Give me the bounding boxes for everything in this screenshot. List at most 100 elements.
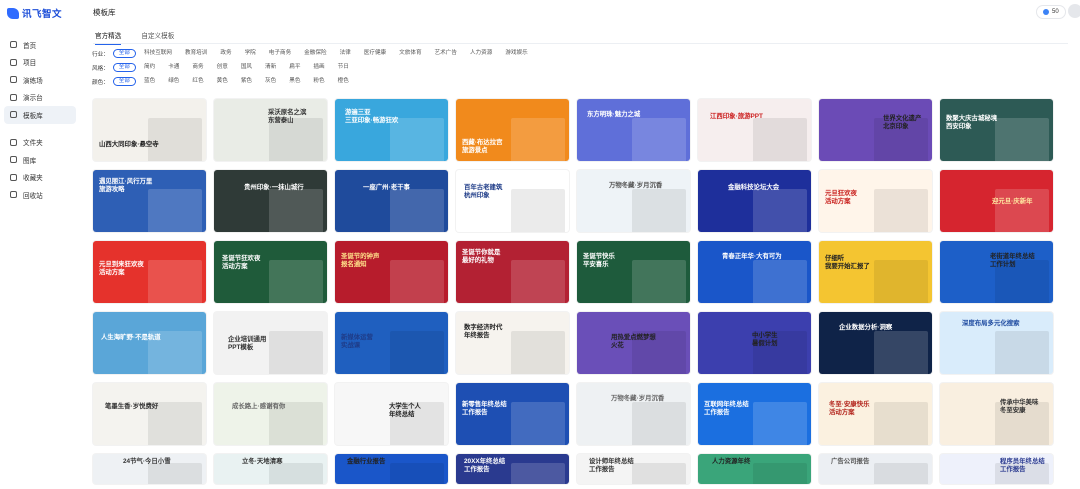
filter-chip[interactable]: 清新 [260, 63, 281, 72]
template-card[interactable]: 迎元旦·庆新年 [940, 170, 1053, 232]
filter-chip[interactable]: 橙色 [333, 77, 354, 86]
template-card[interactable]: 金融行业报告 [335, 454, 448, 484]
template-card[interactable]: 一座广州·老干事 [335, 170, 448, 232]
filter-chip[interactable]: 金融保险 [299, 49, 331, 58]
template-card[interactable]: 万物冬藏·岁月沉香 [577, 170, 690, 232]
template-title: 世界文化遗产 北京印象 [883, 115, 922, 130]
filter-chip[interactable]: 全部 [112, 49, 136, 58]
sidebar-item-favorites[interactable]: 收藏夹 [4, 169, 76, 187]
credit-balance[interactable]: 50 [1036, 5, 1066, 19]
template-card[interactable]: 东方明珠·魅力之城 [577, 99, 690, 161]
template-card[interactable]: 企业数据分析·洞察 [819, 312, 932, 374]
template-card[interactable]: 新媒体运营 实战课 [335, 312, 448, 374]
sidebar-item-templates[interactable]: 模板库 [4, 106, 76, 124]
template-card[interactable]: 百年古老建筑 杭州印象 [456, 170, 569, 232]
sidebar-item-folder[interactable]: 文件夹 [4, 134, 76, 152]
template-card[interactable]: 圣诞节的钟声 报名通知 [335, 241, 448, 303]
template-card[interactable]: 西藏·布达拉宫 旅游景点 [456, 99, 569, 161]
template-card[interactable]: 江西印象·旅游PPT [698, 99, 811, 161]
template-card[interactable]: 数字经济时代 年终报告 [456, 312, 569, 374]
template-card[interactable]: 深度布局多元化搜索 [940, 312, 1053, 374]
filter-chip[interactable]: 红色 [187, 77, 208, 86]
template-card[interactable]: 广告公司报告 [819, 454, 932, 484]
template-card[interactable]: 万物冬藏·岁月沉香 [577, 383, 690, 445]
template-card[interactable]: 老街道年终总结 工作计划 [940, 241, 1053, 303]
template-card[interactable]: 元旦到来狂欢夜 活动方案 [93, 241, 206, 303]
sidebar-item-trash[interactable]: 回收站 [4, 186, 76, 204]
template-card[interactable]: 贵州印象·一抹山城行 [214, 170, 327, 232]
template-card[interactable]: 成长路上·感谢有你 [214, 383, 327, 445]
template-card[interactable]: 冬至·安康快乐 活动方案 [819, 383, 932, 445]
filter-chip[interactable]: 游戏娱乐 [500, 49, 532, 58]
template-title: 迎元旦·庆新年 [992, 198, 1033, 205]
template-card[interactable]: 设计师年终总结 工作报告 [577, 454, 690, 484]
sidebar-item-label: 项目 [23, 60, 37, 68]
template-card[interactable]: 互联网年终总结 工作报告 [698, 383, 811, 445]
template-card[interactable]: 圣诞节快乐 平安喜乐 [577, 241, 690, 303]
filter-chip[interactable]: 教育培训 [180, 49, 212, 58]
filter-chip[interactable]: 灰色 [260, 77, 281, 86]
sidebar-item-practice[interactable]: 演练场 [4, 71, 76, 89]
template-title: 新零售年终总结 工作报告 [462, 401, 507, 416]
template-icon [10, 111, 17, 119]
template-card[interactable]: 数聚大庆古城秘境 西安印象 [940, 99, 1053, 161]
sidebar-item-project[interactable]: 项目 [4, 54, 76, 72]
filter-chip[interactable]: 医疗健康 [359, 49, 391, 58]
template-card[interactable]: 金融科技论坛大会 [698, 170, 811, 232]
template-card[interactable]: 仔细听 我要开始汇报了 [819, 241, 932, 303]
filter-chip[interactable]: 科技互联网 [139, 49, 177, 58]
filter-chip[interactable]: 卡通 [163, 63, 184, 72]
template-card[interactable]: 遇见丽江·风行万里 旅游攻略 [93, 170, 206, 232]
template-card[interactable]: 山西大同印象·悬空寺 [93, 99, 206, 161]
template-card[interactable]: 圣诞节狂欢夜 活动方案 [214, 241, 327, 303]
sidebar-item-home[interactable]: 首页 [4, 36, 76, 54]
template-card[interactable]: 大学生个人 年终总结 [335, 383, 448, 445]
template-title: 一座广州·老干事 [363, 184, 410, 191]
sidebar-item-gallery[interactable]: 图库 [4, 151, 76, 169]
template-card[interactable]: 中小学生 暑假计划 [698, 312, 811, 374]
template-card[interactable]: 用热爱点燃梦想 火花 [577, 312, 690, 374]
template-card[interactable]: 24节气·今日小雪 [93, 454, 206, 484]
template-card[interactable]: 20XX年终总结 工作报告 [456, 454, 569, 484]
template-card[interactable]: 圣诞节你就是 最好的礼物 [456, 241, 569, 303]
template-card[interactable]: 人生海旷野·不是轨道 [93, 312, 206, 374]
filter-chip[interactable]: 国风 [236, 63, 257, 72]
template-card[interactable]: 人力资源年终 [698, 454, 811, 484]
filter-chip[interactable]: 全部 [112, 77, 136, 86]
filter-chip[interactable]: 黄色 [212, 77, 233, 86]
template-card[interactable]: 程序员年终总结 工作报告 [940, 454, 1053, 484]
filter-chip[interactable]: 全部 [112, 63, 136, 72]
filter-chip[interactable]: 插画 [308, 63, 329, 72]
template-card[interactable]: 采沃原名之滨 东营泰山 [214, 99, 327, 161]
template-card[interactable]: 元旦狂欢夜 活动方案 [819, 170, 932, 232]
filter-chip[interactable]: 简约 [139, 63, 160, 72]
template-card[interactable]: 世界文化遗产 北京印象 [819, 99, 932, 161]
filter-chip[interactable]: 法律 [335, 49, 356, 58]
template-card[interactable]: 笔墨生香·岁悦费好 [93, 383, 206, 445]
template-card[interactable]: 立冬·天地清寒 [214, 454, 327, 484]
filter-chip[interactable]: 蓝色 [139, 77, 160, 86]
sidebar-item-presentation[interactable]: 演示台 [4, 89, 76, 107]
avatar[interactable] [1068, 4, 1080, 18]
filter-chip[interactable]: 人力资源 [465, 49, 497, 58]
template-card[interactable]: 青春正年华·大有可为 [698, 241, 811, 303]
template-card[interactable]: 新零售年终总结 工作报告 [456, 383, 569, 445]
filter-chip[interactable]: 商务 [187, 63, 208, 72]
filter-chip[interactable]: 政务 [215, 49, 236, 58]
template-card[interactable]: 传承中华美味 冬至安康 [940, 383, 1053, 445]
brand-logo[interactable]: 讯飞智文 [7, 6, 62, 20]
filter-chip[interactable]: 学院 [240, 49, 261, 58]
filter-chip[interactable]: 粉色 [308, 77, 329, 86]
filter-chip[interactable]: 扁平 [284, 63, 305, 72]
filter-chip[interactable]: 黑色 [284, 77, 305, 86]
filter-chip[interactable]: 节日 [333, 63, 354, 72]
template-card[interactable]: 游遍三亚 三亚印象·畅游狂欢 [335, 99, 448, 161]
filter-chip[interactable]: 紫色 [236, 77, 257, 86]
filter-chip[interactable]: 电子商务 [264, 49, 296, 58]
filter-chip[interactable]: 创意 [212, 63, 233, 72]
filter-chip[interactable]: 文旅体育 [394, 49, 426, 58]
template-title: 青春正年华·大有可为 [722, 253, 782, 260]
filter-chip[interactable]: 绿色 [163, 77, 184, 86]
filter-chip[interactable]: 艺术广告 [430, 49, 462, 58]
template-card[interactable]: 企业培训通用 PPT模板 [214, 312, 327, 374]
